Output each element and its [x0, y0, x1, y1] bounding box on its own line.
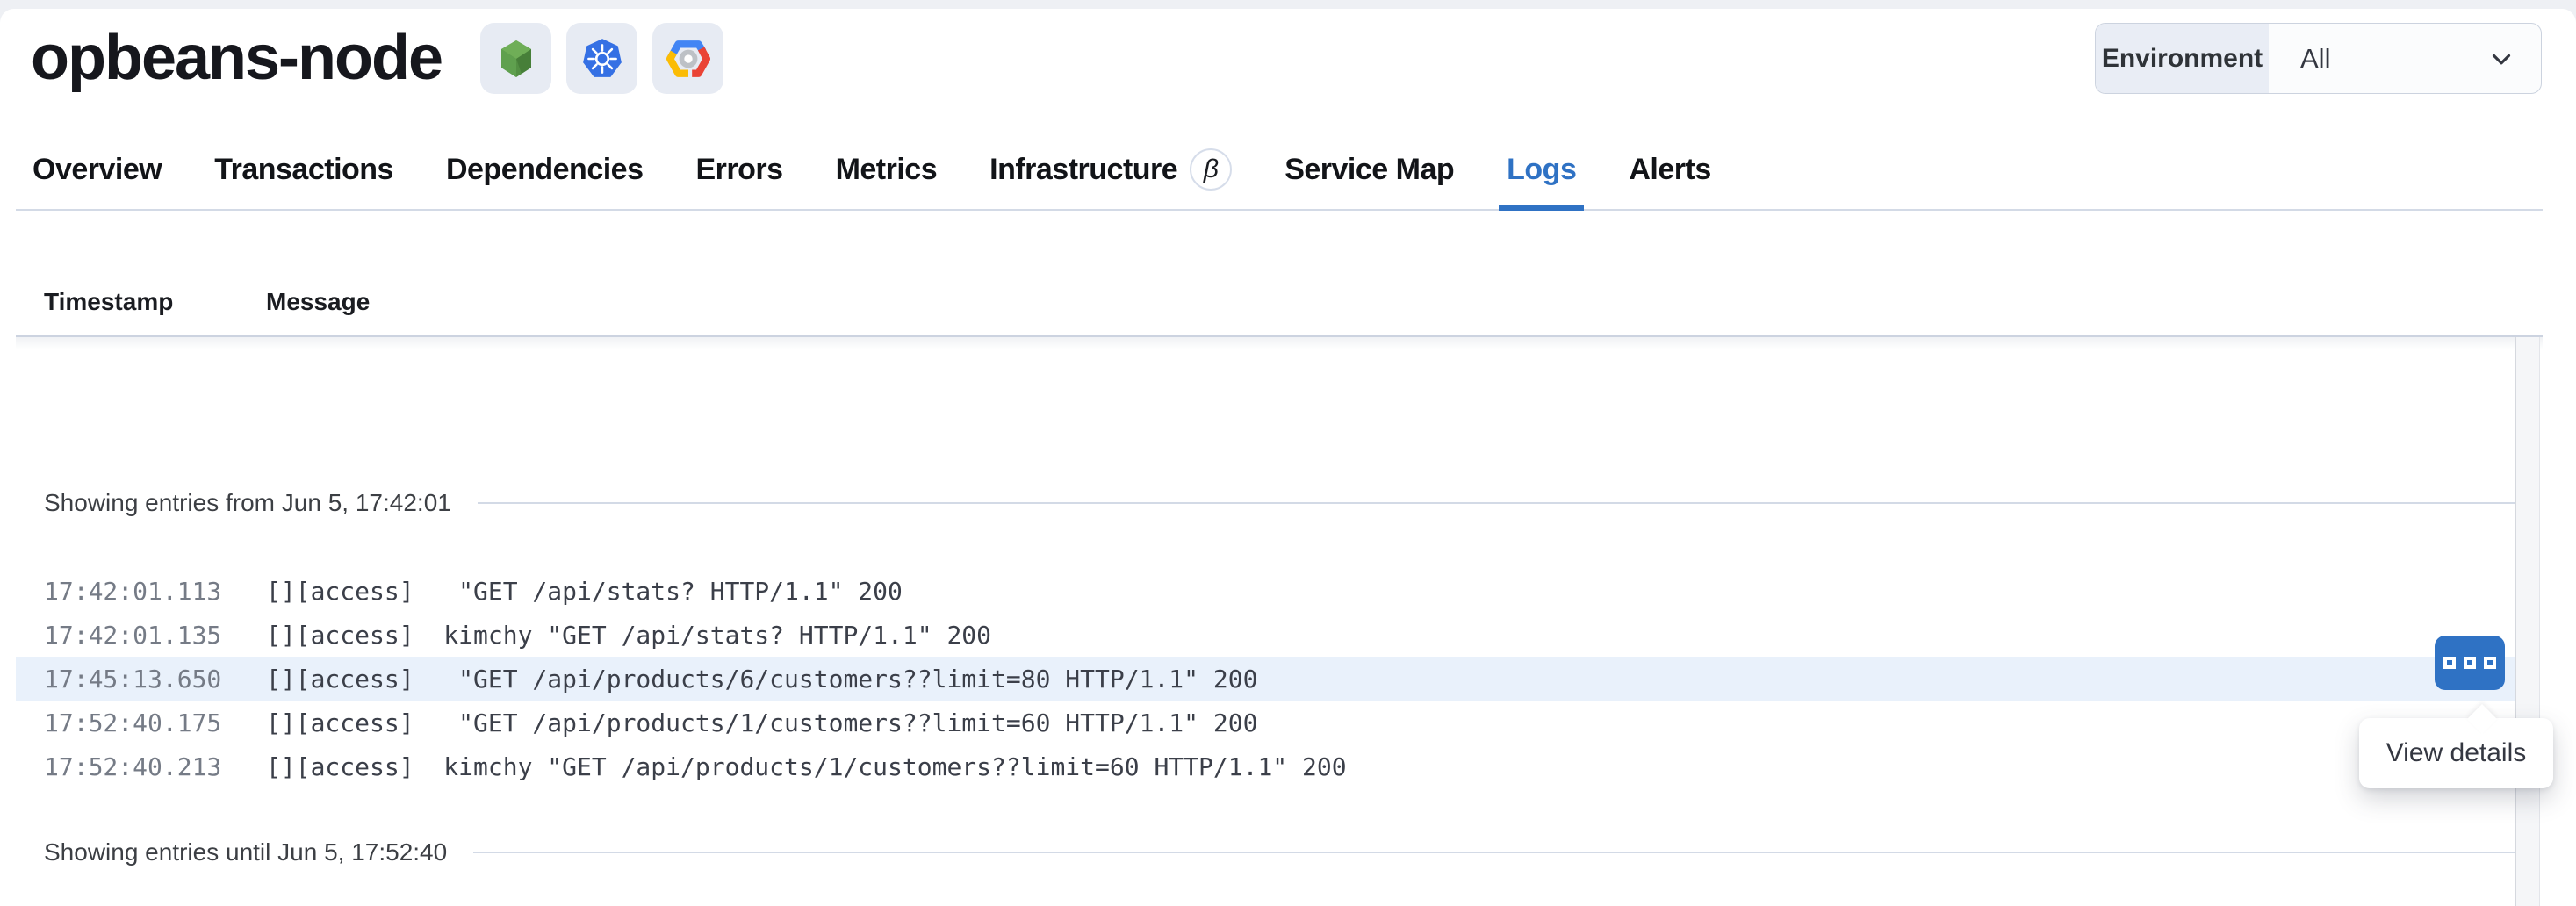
- tab-service-map[interactable]: Service Map: [1284, 130, 1454, 209]
- log-timestamp: 17:52:40.213: [44, 752, 266, 781]
- chevron-down-icon: [2486, 44, 2516, 74]
- actions-icon: [2484, 657, 2496, 669]
- column-header-timestamp: Timestamp: [44, 288, 266, 316]
- nodejs-icon: [480, 23, 551, 94]
- tab-overview[interactable]: Overview: [32, 130, 162, 209]
- apm-service-page: opbeans-node: [0, 0, 2576, 906]
- environment-label: Environment: [2096, 24, 2269, 93]
- tab-label: Metrics: [836, 153, 938, 187]
- log-message: [][access] kimchy "GET /api/stats? HTTP/…: [266, 621, 991, 650]
- tab-label: Service Map: [1284, 153, 1454, 187]
- log-entries-list: 17:42:01.113[][access] "GET /api/stats? …: [16, 569, 2515, 788]
- table-header-shadow: [16, 337, 2543, 349]
- log-timestamp: 17:52:40.175: [44, 708, 266, 737]
- view-details-tooltip: View details: [2359, 718, 2553, 788]
- tab-label: Dependencies: [446, 153, 644, 187]
- tab-transactions[interactable]: Transactions: [214, 130, 393, 209]
- row-actions-button[interactable]: [2435, 636, 2505, 690]
- actions-icon: [2464, 657, 2476, 669]
- google-cloud-icon: [652, 23, 723, 94]
- tab-logs[interactable]: Logs: [1507, 130, 1576, 209]
- tab-metrics[interactable]: Metrics: [836, 130, 938, 209]
- tab-label: Overview: [32, 153, 162, 187]
- tab-dependencies[interactable]: Dependencies: [446, 130, 644, 209]
- tab-infrastructure[interactable]: Infrastructure β: [989, 130, 1232, 209]
- vertical-scrollbar[interactable]: [2515, 337, 2540, 906]
- page-title: opbeans-node: [31, 23, 442, 94]
- environment-select[interactable]: Environment All: [2095, 23, 2542, 94]
- log-timestamp: 17:45:13.650: [44, 665, 266, 694]
- showing-entries-from: Showing entries from Jun 5, 17:42:01: [16, 488, 2515, 518]
- service-panel: opbeans-node: [0, 9, 2576, 906]
- log-message: [][access] "GET /api/stats? HTTP/1.1" 20…: [266, 577, 903, 606]
- table-row[interactable]: 17:45:13.650[][access] "GET /api/product…: [16, 657, 2515, 701]
- environment-value: All: [2269, 24, 2541, 93]
- log-timestamp: 17:42:01.113: [44, 577, 266, 606]
- tooltip-label: View details: [2386, 738, 2527, 768]
- log-table-header: Timestamp Message: [16, 288, 2543, 316]
- tab-label: Errors: [696, 153, 783, 187]
- divider-line: [478, 502, 2515, 504]
- tab-label: Logs: [1507, 153, 1576, 187]
- divider-line: [473, 852, 2515, 853]
- table-row[interactable]: 17:42:01.113[][access] "GET /api/stats? …: [16, 569, 2515, 613]
- table-row[interactable]: 17:52:40.213[][access] kimchy "GET /api/…: [16, 744, 2515, 788]
- tab-label: Alerts: [1629, 153, 1710, 187]
- log-timestamp: 17:42:01.135: [44, 621, 266, 650]
- beta-badge-icon: β: [1190, 148, 1232, 191]
- service-header: opbeans-node: [0, 9, 2576, 94]
- log-message: [][access] kimchy "GET /api/products/1/c…: [266, 752, 1347, 781]
- tab-label: Transactions: [214, 153, 393, 187]
- column-header-message: Message: [266, 288, 370, 316]
- tab-alerts[interactable]: Alerts: [1629, 130, 1710, 209]
- kubernetes-icon: [566, 23, 637, 94]
- tab-errors[interactable]: Errors: [696, 130, 783, 209]
- tab-bar: Overview Transactions Dependencies Errors Me…: [16, 130, 2543, 211]
- log-message: [][access] "GET /api/products/6/customer…: [266, 665, 1257, 694]
- log-message: [][access] "GET /api/products/1/customer…: [266, 708, 1257, 737]
- actions-icon: [2443, 657, 2456, 669]
- showing-entries-until: Showing entries until Jun 5, 17:52:40: [16, 838, 2515, 867]
- service-icon-badges: [480, 23, 723, 94]
- table-row[interactable]: 17:52:40.175[][access] "GET /api/product…: [16, 701, 2515, 744]
- table-row[interactable]: 17:42:01.135[][access] kimchy "GET /api/…: [16, 613, 2515, 657]
- tab-label: Infrastructure: [989, 153, 1177, 187]
